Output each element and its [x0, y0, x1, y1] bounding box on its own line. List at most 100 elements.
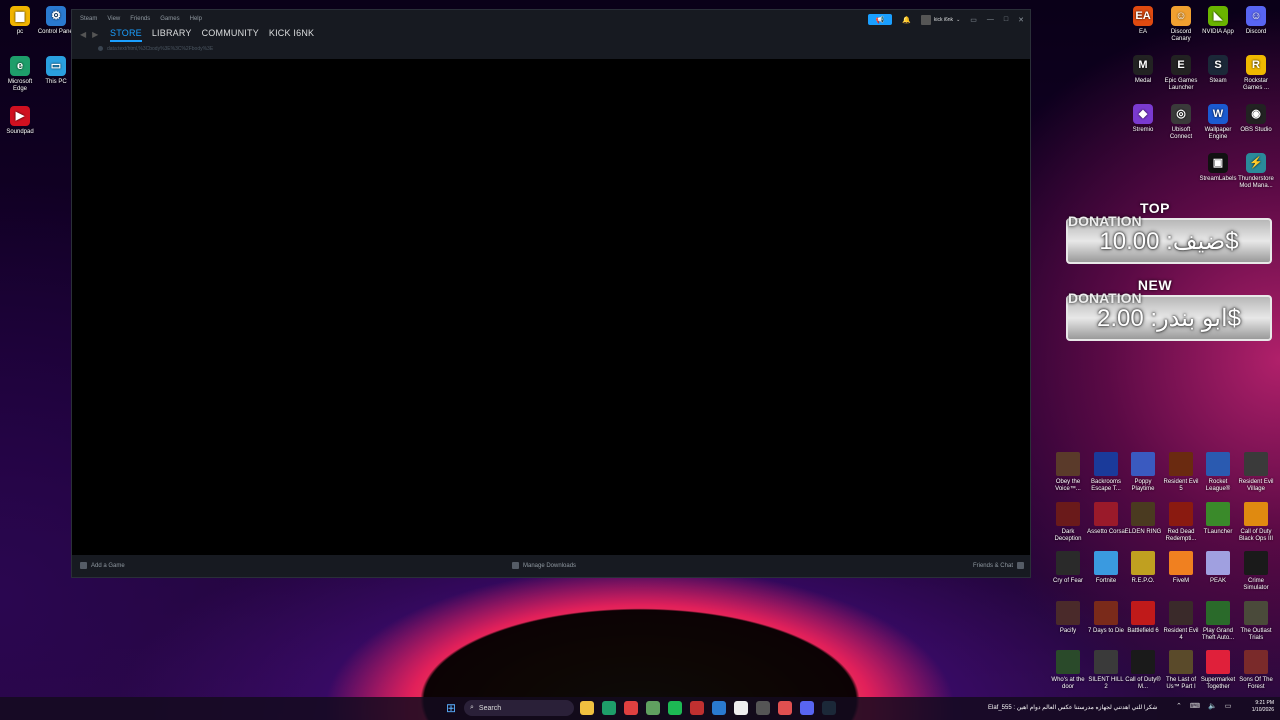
network-icon[interactable]: ⌨	[1190, 702, 1200, 710]
notepad-icon[interactable]	[646, 701, 660, 715]
desktop-icon-label: Pacify	[1059, 627, 1077, 634]
taskbar-news-ticker[interactable]: Elaf_555 : شكرا للتي اهدتني لجهازه مدرست…	[988, 704, 1157, 711]
taskbar-search[interactable]: ⌕ Search	[464, 700, 574, 716]
desktop-icon[interactable]: ⚙ Control Panel	[36, 6, 76, 36]
desktop-icon[interactable]: FiveM	[1161, 551, 1201, 585]
close-icon[interactable]: ✕	[1018, 16, 1024, 24]
file-explorer-icon[interactable]	[580, 701, 594, 715]
menu-view[interactable]: View	[107, 16, 120, 22]
app-icon	[1056, 650, 1080, 674]
battery-icon[interactable]: ▭	[1225, 702, 1232, 710]
windows-start-icon[interactable]: ⊞	[446, 702, 458, 714]
desktop-icon[interactable]: ELDEN RING	[1123, 501, 1163, 536]
notifications-bell-icon[interactable]: 🔔	[902, 16, 911, 24]
desktop-icon[interactable]: ▭ This PC	[36, 56, 76, 86]
user-menu[interactable]: kick i6nk ⌄	[920, 14, 961, 25]
desktop-icon[interactable]: ◆ Stremio	[1123, 104, 1163, 134]
desktop-icon[interactable]: Resident Evil Village	[1236, 452, 1276, 493]
desktop-icon[interactable]: Pacify	[1048, 600, 1088, 635]
desktop-icon[interactable]: E Epic Games Launcher	[1161, 55, 1201, 92]
volume-icon[interactable]: 🔈	[1208, 702, 1217, 710]
desktop-icon[interactable]: Poppy Playtime	[1123, 452, 1163, 493]
chevron-up-icon[interactable]: ⌃	[1176, 702, 1182, 710]
desktop-icon[interactable]: Assetto Corsa	[1086, 501, 1126, 536]
desktop-icon[interactable]: W Wallpaper Engine	[1198, 104, 1238, 141]
discord-icon[interactable]	[800, 701, 814, 715]
forward-arrow-icon[interactable]: ▶	[92, 30, 98, 39]
desktop-icon[interactable]: Resident Evil 5	[1161, 452, 1201, 493]
browser-icon[interactable]	[778, 701, 792, 715]
tab-library[interactable]: LIBRARY	[152, 28, 192, 42]
desktop-icon[interactable]: Battlefield 6	[1123, 600, 1163, 635]
url-text[interactable]: data:text/html,%3Cbody%3E%3C%2Fbody%3E	[107, 46, 213, 52]
desktop-icon[interactable]: 7 Days to Die	[1086, 600, 1126, 635]
desktop-icon[interactable]: Resident Evil 4	[1161, 600, 1201, 642]
desktop-icon[interactable]: The Outlast Trials	[1236, 600, 1276, 642]
desktop-icon[interactable]: Who's at the door	[1048, 650, 1088, 691]
announcements-icon[interactable]: 📢	[868, 14, 893, 25]
terminal-icon[interactable]	[756, 701, 770, 715]
desktop-icon[interactable]: Red Dead Redempti...	[1161, 501, 1201, 543]
desktop-icon[interactable]: ▆ pc	[0, 6, 40, 36]
desktop-icon-label: Discord	[1245, 29, 1267, 35]
desktop-icon[interactable]: Sons Of The Forest	[1236, 650, 1276, 691]
desktop-icon[interactable]: S Steam	[1198, 55, 1238, 85]
desktop-icon[interactable]: Cry of Fear	[1048, 551, 1088, 585]
edge-icon[interactable]	[602, 701, 616, 715]
store-icon[interactable]	[712, 701, 726, 715]
desktop-icon[interactable]: ◎ Ubisoft Connect	[1161, 104, 1201, 141]
tab-community[interactable]: COMMUNITY	[202, 28, 259, 42]
steam-icon[interactable]	[822, 701, 836, 715]
tab-profile[interactable]: KICK I6NK	[269, 28, 314, 42]
desktop-icon[interactable]: e Microsoft Edge	[0, 56, 40, 93]
desktop-icon[interactable]: ◉ OBS Studio	[1236, 104, 1276, 134]
desktop-icon[interactable]: PEAK	[1198, 551, 1238, 585]
capcut-icon[interactable]	[734, 701, 748, 715]
desktop-icon[interactable]: ☺ Discord Canary	[1161, 6, 1201, 43]
desktop-icon[interactable]: EA EA	[1123, 6, 1163, 36]
desktop-icon[interactable]: Rocket League®	[1198, 452, 1238, 493]
tab-store[interactable]: STORE	[110, 28, 142, 42]
desktop-icon[interactable]: Dark Deception	[1048, 501, 1088, 543]
desktop-icon-label: Call of Duty® M...	[1125, 677, 1161, 690]
desktop-icon[interactable]: Backrooms Escape T...	[1086, 452, 1126, 493]
desktop-icon[interactable]: Call of Duty® M...	[1123, 650, 1163, 691]
app-icon: E	[1171, 55, 1191, 75]
desktop-icon[interactable]: SILENT HILL 2	[1086, 650, 1126, 691]
chevron-down-icon: ⌄	[956, 16, 961, 23]
username: kick i6nk	[933, 16, 954, 23]
steam-window[interactable]: Steam View Friends Games Help ◀ ▶ STORE …	[71, 9, 1031, 578]
desktop-icon[interactable]: The Last of Us™ Part I	[1161, 650, 1201, 691]
app-icon: ◉	[1246, 104, 1266, 124]
desktop-icon[interactable]: ◣ NVIDIA App	[1198, 6, 1238, 36]
menu-steam[interactable]: Steam	[80, 16, 97, 22]
desktop-icon[interactable]: Play Grand Theft Auto...	[1198, 600, 1238, 642]
desktop-icon[interactable]: Fortnite	[1086, 551, 1126, 585]
desktop-icon[interactable]: R Rockstar Games ...	[1236, 55, 1276, 92]
minimize-icon[interactable]: —	[987, 16, 994, 23]
menu-help[interactable]: Help	[190, 16, 202, 22]
desktop-icon[interactable]: ▣ StreamLabels	[1198, 153, 1238, 183]
chrome-icon[interactable]	[624, 701, 638, 715]
desktop-icon[interactable]: Obey the Voice™...	[1048, 452, 1088, 493]
menu-friends[interactable]: Friends	[130, 16, 150, 22]
maximize-icon[interactable]: □	[1004, 16, 1008, 23]
desktop-icon[interactable]: R.E.P.O.	[1123, 551, 1163, 585]
add-game-button[interactable]: Add a Game	[80, 562, 125, 569]
menu-games[interactable]: Games	[160, 16, 179, 22]
app-icon[interactable]	[690, 701, 704, 715]
desktop-icon[interactable]: Supermarket Together	[1198, 650, 1238, 691]
big-picture-icon[interactable]: ▭	[970, 16, 977, 24]
taskbar-clock[interactable]: 9:21 PM 1/10/2026	[1252, 700, 1274, 714]
desktop-icon[interactable]: Crime Simulator	[1236, 551, 1276, 592]
desktop-icon[interactable]: ▶ Soundpad	[0, 106, 40, 136]
back-arrow-icon[interactable]: ◀	[80, 30, 86, 39]
spotify-icon[interactable]	[668, 701, 682, 715]
desktop-icon[interactable]: ☺ Discord	[1236, 6, 1276, 36]
desktop-icon[interactable]: ⚡ Thunderstore Mod Mana...	[1236, 153, 1276, 190]
friends-chat-button[interactable]: Friends & Chat	[973, 562, 1024, 569]
manage-downloads-button[interactable]: Manage Downloads	[512, 562, 576, 569]
desktop-icon[interactable]: Call of Duty Black Ops III	[1236, 501, 1276, 543]
desktop-icon[interactable]: M Medal	[1123, 55, 1163, 85]
desktop-icon[interactable]: TLauncher	[1198, 501, 1238, 536]
